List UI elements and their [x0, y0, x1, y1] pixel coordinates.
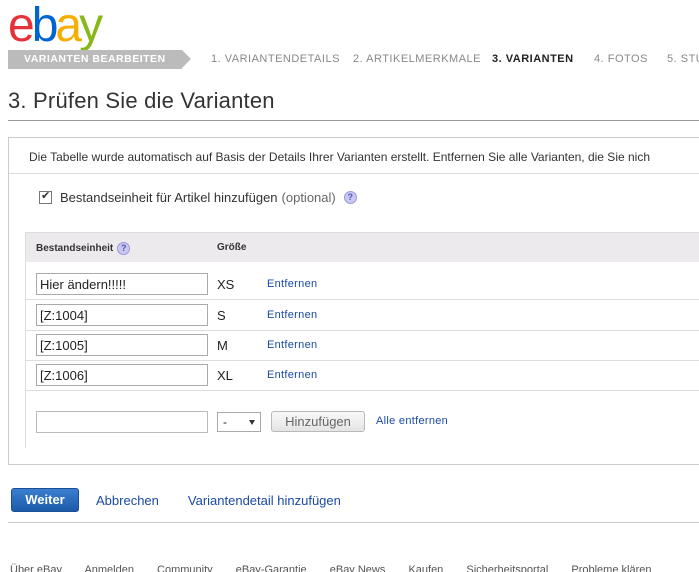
variants-panel: Die Tabelle wurde automatisch auf Basis … [8, 137, 699, 465]
page-title: 3. Prüfen Sie die Varianten [8, 88, 275, 113]
panel-divider [9, 173, 699, 174]
table-row: M Entfernen [26, 331, 699, 361]
continue-button[interactable]: Weiter [11, 488, 79, 512]
footer-link[interactable]: Kaufen [408, 564, 443, 572]
remove-link[interactable]: Entfernen [267, 369, 317, 381]
sku-checkbox[interactable] [39, 189, 52, 204]
size-value: XS [217, 277, 235, 292]
remove-link[interactable]: Entfernen [267, 339, 317, 351]
intro-text: Die Tabelle wurde automatisch auf Basis … [29, 150, 650, 164]
size-select[interactable]: - [217, 412, 261, 432]
header-sku: Bestandseinheit ? [36, 242, 131, 255]
footer-link[interactable]: Anmelden [84, 564, 134, 572]
size-select-value: - [223, 415, 227, 429]
title-divider [8, 120, 699, 121]
step-fotos[interactable]: 4. FOTOS [594, 50, 648, 69]
progress-steps: VARIANTEN BEARBEITEN 1. VARIANTENDETAILS… [8, 50, 699, 69]
sku-input[interactable] [36, 273, 208, 295]
step-varianten: 3. VARIANTEN [492, 53, 574, 65]
footer-link[interactable]: eBay-Garantie [236, 564, 307, 572]
form-actions: Weiter Abbrechen Variantendetail hinzufü… [11, 488, 341, 512]
footer-link[interactable]: Sicherheitsportal [466, 564, 548, 572]
sku-input[interactable] [36, 364, 208, 386]
remove-all-link[interactable]: Alle entfernen [376, 415, 448, 427]
size-value: XL [217, 368, 233, 383]
remove-link[interactable]: Entfernen [267, 309, 317, 321]
table-row: XL Entfernen [26, 361, 699, 391]
help-icon[interactable]: ? [343, 191, 357, 204]
footer-link[interactable]: eBay News [330, 564, 386, 572]
footer-links: Über eBay Anmelden Community eBay-Garant… [10, 564, 671, 572]
step-variantendetails[interactable]: 1. VARIANTENDETAILS [211, 50, 340, 69]
logo-letter-y: y [79, 0, 103, 52]
logo-letter-b: b [31, 0, 59, 52]
sku-input[interactable] [36, 334, 208, 356]
logo-letter-a: a [55, 0, 82, 52]
active-section-label: VARIANTEN BEARBEITEN [8, 50, 191, 69]
ebay-logo[interactable]: ebay [8, 0, 103, 52]
add-variant-button[interactable]: Hinzufügen [271, 411, 365, 432]
chevron-down-icon [249, 420, 255, 425]
header-sku-label: Bestandseinheit [36, 243, 114, 254]
sku-option: Bestandseinheit für Artikel hinzufügen (… [39, 189, 357, 205]
sku-option-label: Bestandseinheit für Artikel hinzufügen [60, 190, 278, 205]
table-row: XS Entfernen [26, 270, 699, 300]
step-5[interactable]: 5. STU [667, 50, 699, 69]
sku-option-optional: (optional) [281, 190, 336, 205]
footer-link[interactable]: Community [157, 564, 213, 572]
logo-letter-e: e [8, 0, 35, 52]
step-artikelmerkmale[interactable]: 2. ARTIKELMERKMALE [353, 50, 481, 69]
footer-link[interactable]: Probleme klären [571, 564, 651, 572]
footer-link[interactable]: Über eBay [10, 564, 62, 572]
help-icon[interactable]: ? [117, 242, 131, 255]
variants-table: Bestandseinheit ? Größe XS Entfernen S E… [25, 232, 699, 448]
header-size: Größe [217, 242, 247, 253]
table-header: Bestandseinheit ? Größe [26, 233, 699, 262]
cancel-link[interactable]: Abbrechen [96, 493, 159, 508]
add-variant-row: - Hinzufügen Alle entfernen [26, 409, 699, 439]
remove-link[interactable]: Entfernen [267, 278, 317, 290]
sku-input[interactable] [36, 304, 208, 326]
footer-divider [8, 522, 699, 523]
table-row: S Entfernen [26, 301, 699, 331]
add-variant-detail-link[interactable]: Variantendetail hinzufügen [188, 493, 341, 508]
size-value: M [217, 338, 228, 353]
size-value: S [217, 308, 226, 323]
new-sku-input[interactable] [36, 411, 208, 433]
